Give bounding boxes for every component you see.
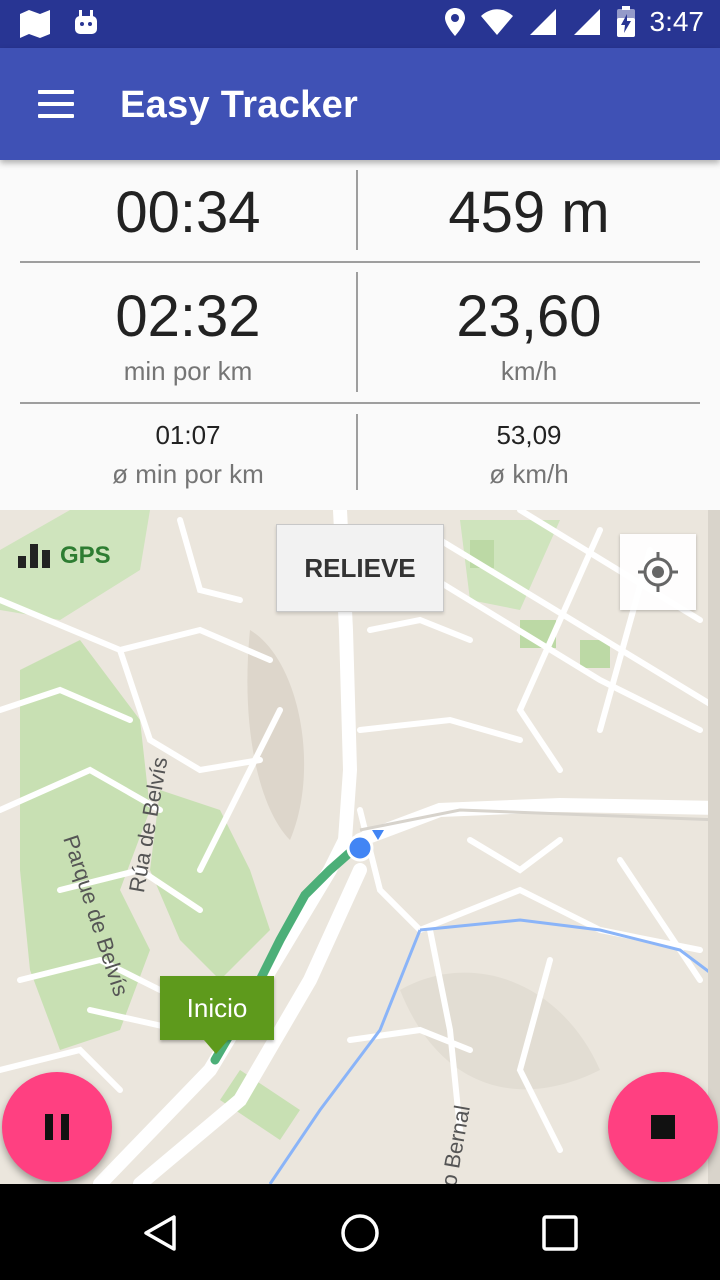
signal-icon	[529, 9, 556, 35]
android-notification-icon	[75, 10, 97, 34]
pause-icon	[45, 1114, 69, 1140]
home-icon	[341, 1214, 379, 1252]
distance: 459 m	[448, 180, 610, 245]
app-title: Easy Tracker	[120, 84, 359, 126]
map-view[interactable]: GPS RELIEVE Rúa de Belvís Parque de Belv…	[0, 510, 720, 1184]
recents-icon	[542, 1215, 578, 1251]
avg-speed-unit: ø km/h	[489, 459, 569, 489]
gps-indicator: GPS	[18, 538, 111, 568]
gps-signal-icon	[18, 544, 50, 568]
divider	[356, 272, 358, 392]
speed-unit: km/h	[500, 356, 558, 386]
home-button[interactable]	[332, 1208, 388, 1258]
pace-unit: min por km	[123, 356, 253, 386]
recents-button[interactable]	[532, 1208, 588, 1258]
stop-icon	[651, 1115, 675, 1139]
navigation-bar	[0, 1184, 720, 1280]
speed: 23,60	[456, 284, 602, 349]
stats-panel: 00:34 459 m 02:32 min por km 23,60 km/h …	[0, 160, 720, 510]
avg-pace-cell: 01:07 ø min por km	[20, 420, 356, 490]
stop-button[interactable]	[608, 1072, 718, 1182]
pace: 02:32	[115, 284, 261, 349]
wifi-icon	[480, 9, 513, 35]
current-position-marker	[346, 830, 384, 862]
avg-pace: 01:07	[155, 420, 221, 450]
elapsed-time: 00:34	[115, 180, 261, 245]
avg-speed: 53,09	[496, 420, 562, 450]
status-time: 3:47	[649, 6, 705, 37]
avg-speed-cell: 53,09 ø km/h	[358, 420, 700, 490]
pace-cell: 02:32 min por km	[20, 288, 356, 387]
menu-icon	[38, 90, 74, 94]
divider	[356, 170, 358, 250]
location-icon	[444, 8, 465, 36]
menu-button[interactable]	[28, 82, 84, 126]
back-button[interactable]	[132, 1208, 188, 1258]
pause-button[interactable]	[2, 1072, 112, 1182]
locate-button[interactable]	[620, 534, 696, 610]
app-bar: Easy Tracker	[0, 48, 720, 160]
signal-icon-2	[573, 9, 600, 35]
divider	[356, 414, 358, 490]
start-marker[interactable]: Inicio	[160, 976, 274, 1054]
distance-cell: 459 m	[358, 184, 700, 242]
divider	[20, 402, 700, 404]
relieve-button[interactable]: RELIEVE	[276, 524, 444, 612]
map-notification-icon	[20, 10, 50, 38]
avg-pace-unit: ø min por km	[112, 459, 264, 489]
elapsed-time-cell: 00:34	[20, 184, 356, 242]
status-bar: 3:47	[0, 0, 720, 48]
my-location-icon	[638, 552, 678, 592]
gps-label: GPS	[60, 542, 111, 569]
divider	[20, 261, 700, 263]
back-icon	[144, 1215, 176, 1251]
battery-charging-icon	[616, 6, 635, 37]
speed-cell: 23,60 km/h	[358, 288, 700, 387]
